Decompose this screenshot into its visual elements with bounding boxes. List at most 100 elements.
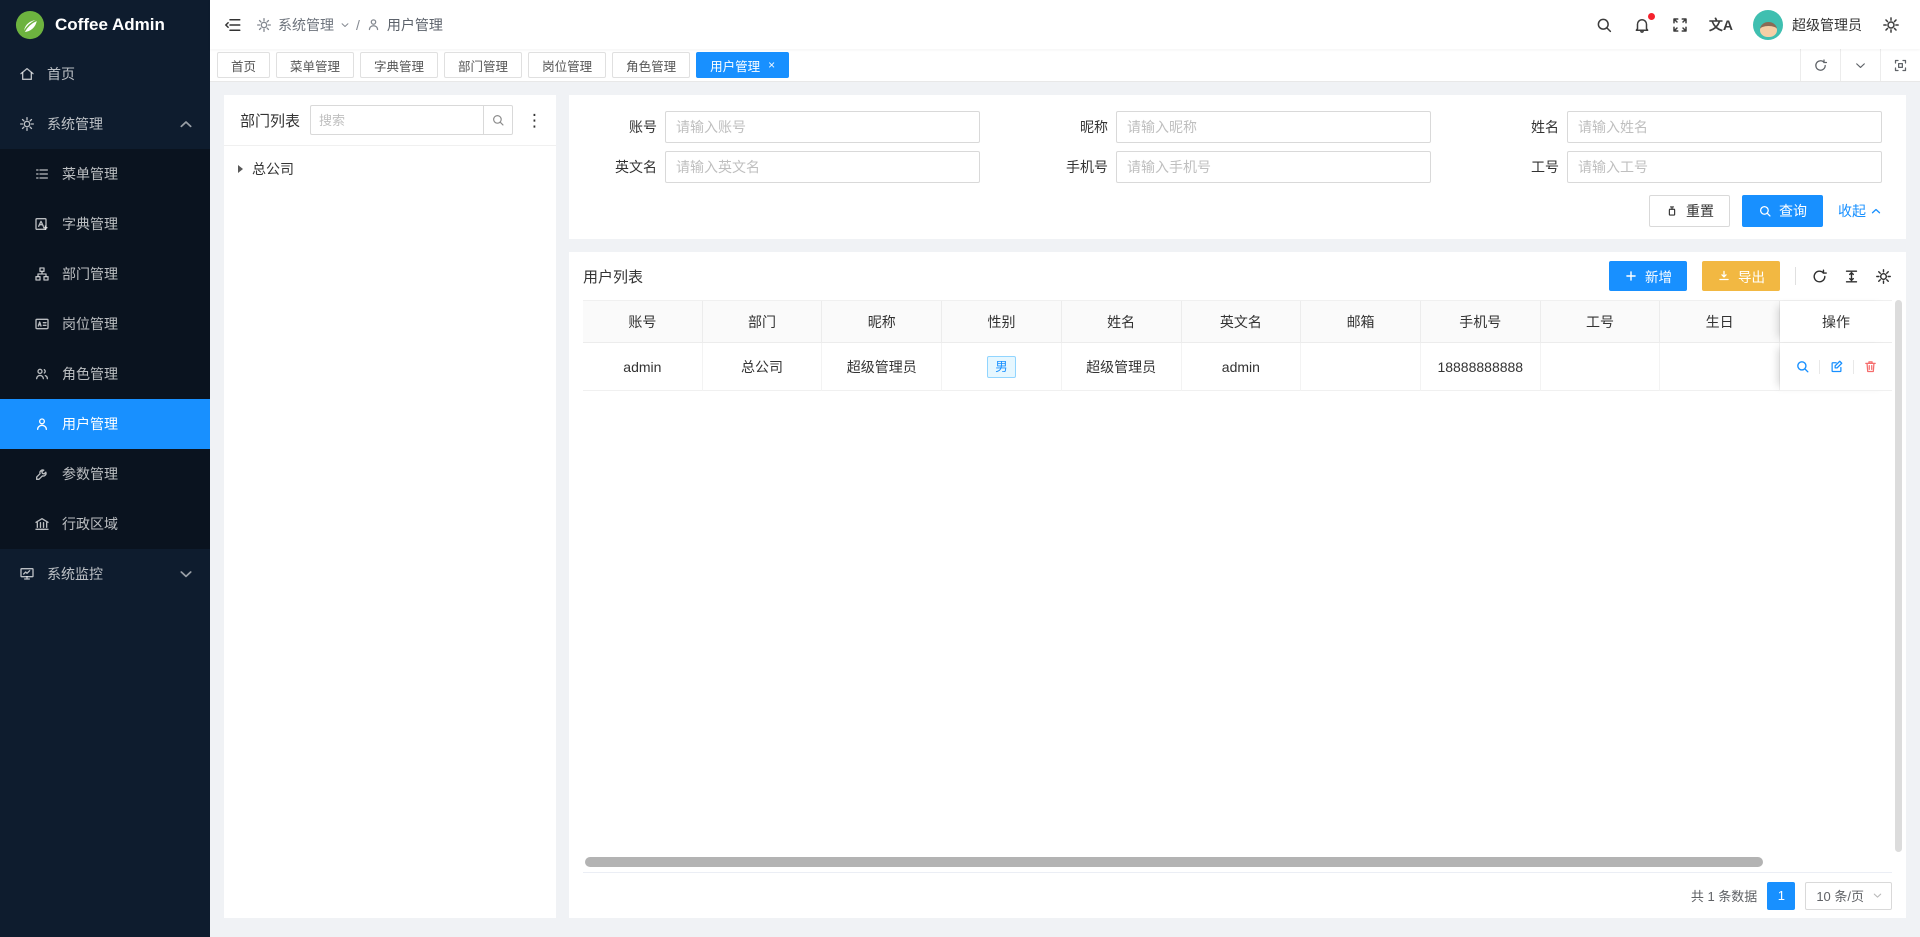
sidebar-item-home[interactable]: 首页 [0,49,210,99]
search-icon[interactable] [1595,16,1613,34]
column-header-email: 邮箱 [1301,301,1421,343]
add-user-button[interactable]: 新增 [1609,261,1687,291]
sidebar-item-post-management[interactable]: 岗位管理 [0,299,210,349]
vertical-scrollbar[interactable] [1895,300,1902,852]
refresh-icon[interactable] [1800,49,1840,81]
dictionary-icon [34,216,50,232]
collapse-link[interactable]: 收起 [1838,201,1882,221]
column-header-department: 部门 [703,301,823,343]
cell-birthday [1660,343,1780,391]
cell-gender: 男 [942,343,1062,391]
gear-icon [256,17,272,33]
edit-button[interactable] [1829,359,1844,374]
sidebar-item-param-management[interactable]: 参数管理 [0,449,210,499]
collapse-label: 收起 [1838,201,1866,221]
action-divider [1853,360,1854,374]
export-button[interactable]: 导出 [1702,261,1780,291]
sidebar-item-dict-management[interactable]: 字典管理 [0,199,210,249]
job-number-input[interactable] [1567,151,1882,183]
monitor-icon [19,566,35,582]
horizontal-scrollbar[interactable] [585,857,1763,867]
tab-home[interactable]: 首页 [217,52,270,78]
table-row[interactable]: admin 总公司 超级管理员 男 超级管理员 admin 1888888888… [583,343,1892,391]
user-name: 超级管理员 [1792,15,1862,35]
user-menu[interactable]: 超级管理员 [1753,10,1862,40]
table-empty-area [583,391,1892,855]
page-button-1[interactable]: 1 [1767,882,1795,910]
fullscreen-icon[interactable] [1671,16,1689,34]
sidebar-item-user-management[interactable]: 用户管理 [0,399,210,449]
nickname-input[interactable] [1116,111,1431,143]
content-fullscreen-icon[interactable] [1880,49,1920,81]
department-panel: 部门列表 ⋮ 总公司 [224,95,556,918]
tab-label: 岗位管理 [542,56,592,75]
breadcrumb: 系统管理 / 用户管理 [256,15,443,35]
tab-role-management[interactable]: 角色管理 [612,52,690,78]
tab-label: 部门管理 [458,56,508,75]
row-density-icon[interactable] [1843,268,1860,285]
search-icon [1758,204,1772,218]
field-label: 工号 [1495,157,1559,177]
home-icon [19,66,35,82]
tab-post-management[interactable]: 岗位管理 [528,52,606,78]
query-label: 查询 [1779,201,1807,221]
name-input[interactable] [1567,111,1882,143]
translate-icon[interactable]: 文A [1709,15,1733,35]
column-header-actions: 操作 [1780,301,1892,343]
tree-item-head-office[interactable]: 总公司 [238,156,542,182]
sidebar-item-dept-management[interactable]: 部门管理 [0,249,210,299]
refresh-icon[interactable] [1811,268,1828,285]
column-settings-gear-icon[interactable] [1875,268,1892,285]
settings-gear-icon[interactable] [1882,16,1900,34]
page-size-select[interactable]: 10 条/页 [1805,882,1892,910]
breadcrumb-current: 用户管理 [387,15,443,35]
account-input[interactable] [665,111,980,143]
more-options-icon[interactable]: ⋮ [523,112,546,129]
sidebar-menu: 首页 系统管理 菜单管理 字典管理 部门管理 [0,49,210,937]
breadcrumb-separator: / [356,17,360,33]
view-button[interactable] [1795,359,1810,374]
tab-label: 用户管理 [710,56,760,75]
close-icon[interactable]: × [768,59,775,71]
sidebar-item-label: 角色管理 [62,364,118,384]
sidebar-item-role-management[interactable]: 角色管理 [0,349,210,399]
horizontal-scrollbar-track [583,857,1892,867]
department-panel-header: 部门列表 ⋮ [224,95,556,146]
sidebar-item-system-management[interactable]: 系统管理 [0,99,210,149]
tab-dept-management[interactable]: 部门管理 [444,52,522,78]
menu-fold-icon[interactable] [224,16,242,34]
bell-icon[interactable] [1633,16,1651,34]
page-size-value: 10 条/页 [1816,886,1864,905]
main-column: 账号 昵称 姓名 英文名 [569,95,1906,918]
reset-button[interactable]: 重置 [1649,195,1730,227]
total-count: 共 1 条数据 [1691,886,1757,905]
english-name-input[interactable] [665,151,980,183]
breadcrumb-system-management[interactable]: 系统管理 [278,15,334,35]
tab-dict-management[interactable]: 字典管理 [360,52,438,78]
tabs: 首页 菜单管理 字典管理 部门管理 岗位管理 角色管理 用户管理 × [210,49,1800,81]
cell-account: admin [583,343,703,391]
department-search-input[interactable] [310,105,483,135]
field-label: 账号 [593,117,657,137]
sidebar-item-admin-region[interactable]: 行政区域 [0,499,210,549]
search-icon[interactable] [483,105,513,135]
field-label: 昵称 [1044,117,1108,137]
sidebar-item-label: 用户管理 [62,414,118,434]
toolbar-divider [1795,267,1796,285]
phone-input[interactable] [1116,151,1431,183]
tab-user-management[interactable]: 用户管理 × [696,52,789,78]
account-field: 账号 [593,111,980,143]
tab-menu-management[interactable]: 菜单管理 [276,52,354,78]
delete-button[interactable] [1863,359,1878,374]
sidebar-item-system-monitor[interactable]: 系统监控 [0,549,210,599]
avatar-face [1760,22,1777,37]
tab-controls [1800,49,1920,81]
query-button[interactable]: 查询 [1742,195,1823,227]
tab-label: 字典管理 [374,56,424,75]
user-table: 账号 部门 昵称 性别 姓名 英文名 邮箱 手机号 工号 生日 操作 [583,300,1892,872]
chevron-down-icon[interactable] [1840,49,1880,81]
sidebar-item-menu-management[interactable]: 菜单管理 [0,149,210,199]
caret-right-icon[interactable] [238,165,243,173]
sidebar-item-label: 行政区域 [62,514,118,534]
column-header-phone: 手机号 [1421,301,1541,343]
